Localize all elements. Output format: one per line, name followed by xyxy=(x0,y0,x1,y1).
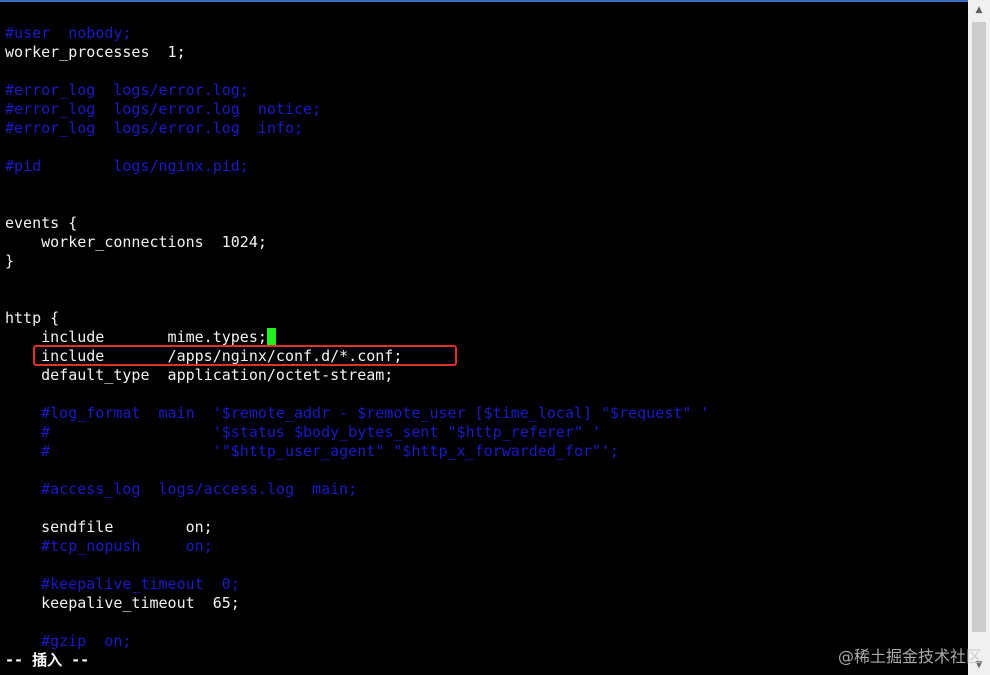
terminal-window[interactable]: #user nobody; worker_processes 1; #error_l… xyxy=(0,0,990,675)
code-line[interactable]: events { xyxy=(5,214,77,233)
code-line[interactable]: default_type application/octet-stream; xyxy=(5,366,393,385)
code-line[interactable]: } xyxy=(5,252,14,271)
code-line[interactable]: #keepalive_timeout 0; xyxy=(5,575,240,594)
code-line[interactable]: #pid logs/nginx.pid; xyxy=(5,157,249,176)
vertical-scrollbar[interactable]: ▲ ▼ xyxy=(968,0,990,675)
code-line[interactable]: worker_connections 1024; xyxy=(5,233,267,252)
scrollbar-thumb[interactable] xyxy=(972,22,986,632)
code-line[interactable]: #gzip on; xyxy=(5,632,131,651)
scroll-up-arrow-icon[interactable]: ▲ xyxy=(968,0,990,20)
watermark-text: @稀土掘金技术社区 xyxy=(837,647,982,666)
text-cursor xyxy=(266,328,276,345)
highlight-annotation-box xyxy=(33,345,457,366)
code-line[interactable]: worker_processes 1; xyxy=(5,43,186,62)
vim-editor-buffer[interactable]: #user nobody; worker_processes 1; #error_l… xyxy=(0,0,968,675)
code-line[interactable]: keepalive_timeout 65; xyxy=(5,594,240,613)
code-line[interactable]: #access_log logs/access.log main; xyxy=(5,480,357,499)
code-line[interactable]: #error_log logs/error.log notice; xyxy=(5,100,321,119)
vim-mode-indicator: -- 插入 -- xyxy=(5,651,90,669)
code-line[interactable]: #tcp_nopush on; xyxy=(5,537,213,556)
code-line[interactable]: #user nobody; xyxy=(5,24,131,43)
code-line[interactable]: sendfile on; xyxy=(5,518,213,537)
code-line[interactable]: #error_log logs/error.log; xyxy=(5,81,249,100)
code-line[interactable]: #log_format main '$remote_addr - $remote… xyxy=(5,404,709,423)
code-line[interactable]: #error_log logs/error.log info; xyxy=(5,119,303,138)
code-line[interactable]: # '"$http_user_agent" "$http_x_forwarded… xyxy=(5,442,619,461)
code-line[interactable]: # '$status $body_bytes_sent "$http_refer… xyxy=(5,423,601,442)
code-line[interactable]: http { xyxy=(5,309,59,328)
